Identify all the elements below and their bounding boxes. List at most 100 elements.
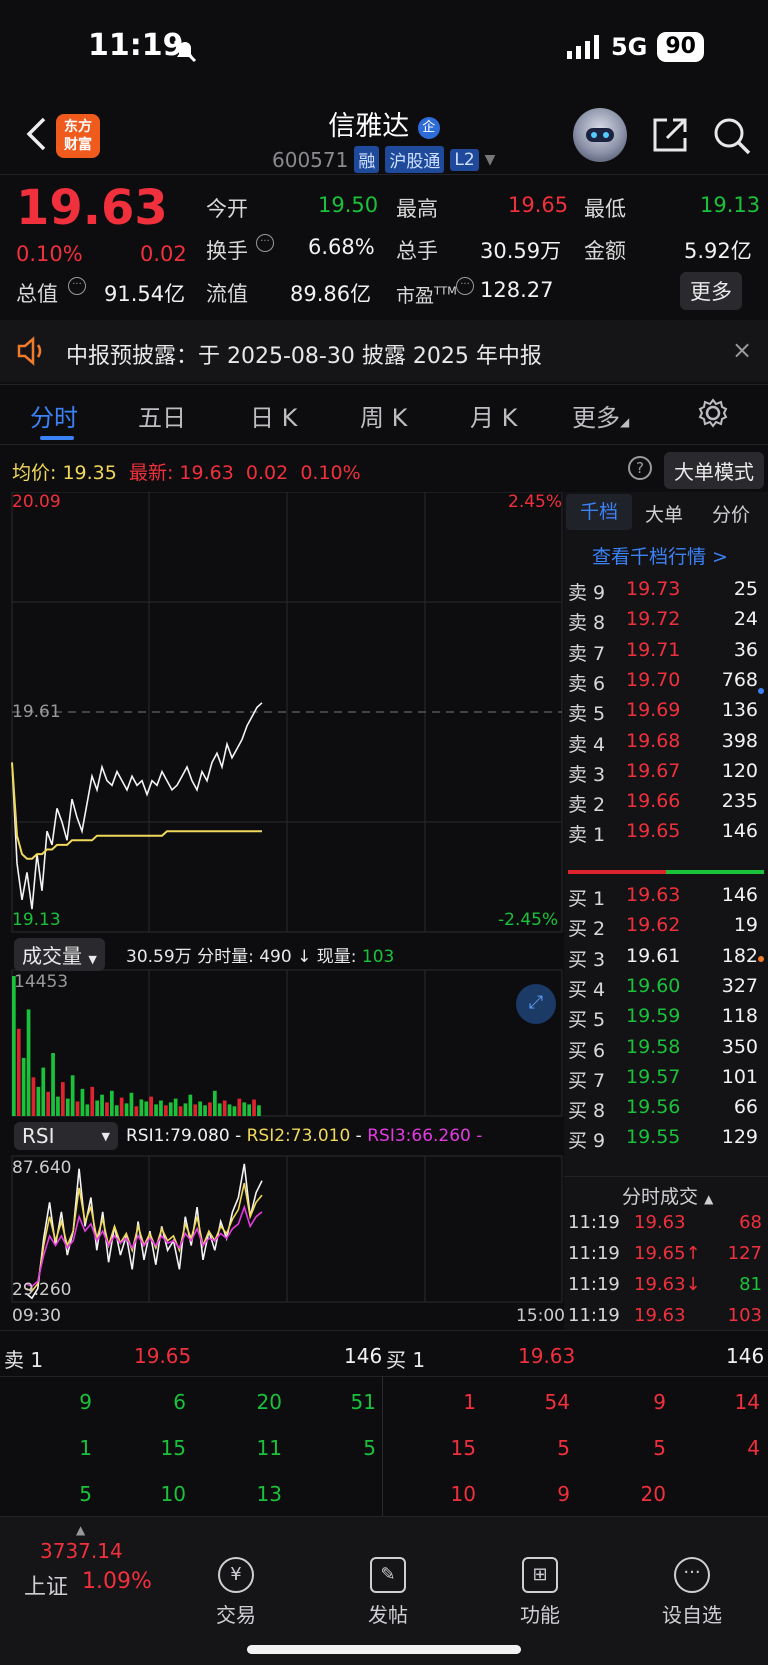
settings-gear-icon[interactable] (698, 398, 728, 428)
volume-bar (242, 1102, 247, 1116)
price-axis-bottom: 19.13 (12, 910, 61, 930)
avg-price-line (11, 762, 262, 860)
bid-level-volume: 66 (733, 1096, 758, 1119)
queue-buy-cell: 20 (640, 1482, 666, 1506)
chart-canvas[interactable] (0, 492, 564, 1322)
indicator-selector-rsi[interactable]: RSI ▼ (14, 1122, 118, 1150)
volume-bar (70, 1075, 75, 1116)
ask-level-price: 19.71 (626, 638, 681, 661)
assistant-avatar[interactable] (573, 108, 627, 162)
bid-level-volume: 182 (721, 944, 758, 967)
share-icon[interactable] (651, 116, 689, 154)
nav-watchlist[interactable]: ··· 设自选 (632, 1557, 752, 1628)
volume-bar (247, 1104, 251, 1116)
bid-level-label: 买 2 (568, 918, 606, 941)
tab-more[interactable]: 更多◢ (572, 398, 629, 433)
expand-icon[interactable]: ⤢ (516, 984, 556, 1024)
bid-level-row[interactable]: 买 2 19.62 19 (566, 914, 766, 946)
intraday-info: 均价: 19.35 最新: 19.63 0.02 0.10% (12, 462, 361, 484)
status-time: 11:19 (88, 28, 184, 63)
enterprise-badge: 企 (417, 116, 440, 139)
time-start: 09:30 (12, 1306, 61, 1326)
view-levels-link[interactable]: 查看千档行情 > (592, 542, 728, 569)
turnover-label: 换手 (206, 239, 248, 263)
bid-level-row[interactable]: 买 1 19.63 146 (566, 884, 766, 916)
close-icon[interactable]: × (732, 336, 752, 364)
tab-thousand-levels[interactable]: 千档 (566, 494, 632, 530)
volume-bar (188, 1094, 193, 1116)
volume-bar (105, 1102, 109, 1116)
rsi-info: RSI1:79.080 - RSI2:73.010 - RSI3:66.260 … (126, 1126, 483, 1146)
ask-level-row[interactable]: 卖 3 19.67 120 (566, 760, 766, 792)
tab-price-dist[interactable]: 分价 (712, 500, 750, 527)
tab-5day[interactable]: 五日 (138, 398, 186, 433)
volume-bar (36, 1086, 41, 1116)
volume-label: 总手 (396, 239, 438, 263)
ask-level-label: 卖 1 (568, 824, 606, 847)
bid-level-row[interactable]: 买 9 19.55 129 (566, 1126, 766, 1158)
info-icon[interactable]: ··· (256, 234, 274, 252)
bid-level-label: 买 5 (568, 1009, 606, 1032)
more-button[interactable]: 更多 (680, 272, 742, 310)
stock-code-row[interactable]: 600571 融 沪股通 L2 ▼ (272, 146, 495, 173)
bid-level-row[interactable]: 买 4 19.60 327 (566, 975, 766, 1007)
indicator-selector-volume[interactable]: 成交量 ▼ (14, 938, 105, 971)
nav-trade[interactable]: ¥ 交易 (176, 1557, 296, 1628)
bottom-nav: ▲ 3737.14 上证 1.09% ¥ 交易 ✎ 发帖 ⊞ 功能 ··· 设自… (0, 1516, 768, 1665)
queue-buy-cell: 4 (747, 1436, 760, 1460)
tab-intraday[interactable]: 分时 (30, 398, 78, 433)
index-percent: 1.09% (82, 1569, 152, 1594)
ask-level-row[interactable]: 卖 4 19.68 398 (566, 730, 766, 762)
big-order-dot (758, 688, 764, 694)
time-end: 15:00 (516, 1306, 565, 1326)
volume-bar (222, 1100, 227, 1116)
open-label: 今开 (206, 197, 248, 221)
volume-bar (21, 1057, 26, 1116)
volume-bar (26, 1009, 31, 1116)
big-order-mode-button[interactable]: 大单模式 (664, 452, 764, 489)
trade-time: 11:19 (568, 1274, 620, 1295)
search-icon[interactable] (712, 116, 752, 156)
volume-bar (41, 1067, 46, 1116)
bid-level-volume: 327 (721, 974, 758, 997)
ask-level-row[interactable]: 卖 7 19.71 36 (566, 639, 766, 671)
queue-buy-cell: 14 (734, 1390, 760, 1414)
nav-post[interactable]: ✎ 发帖 (328, 1557, 448, 1628)
info-icon[interactable]: ··· (456, 277, 474, 295)
info-icon[interactable]: ··· (68, 277, 86, 295)
nav-features[interactable]: ⊞ 功能 (480, 1557, 600, 1628)
tab-weekly[interactable]: 周 K (360, 398, 407, 433)
open-value: 19.50 (318, 193, 379, 217)
grid-apps-icon: ⊞ (522, 1557, 558, 1593)
volume-bar (90, 1086, 95, 1116)
trades-title[interactable]: 分时成交 ▲ (622, 1182, 713, 1209)
index-name[interactable]: 上证 (24, 1569, 68, 1601)
bid-level-row[interactable]: 买 8 19.56 66 (566, 1096, 766, 1128)
trade-price: 19.65↑ (634, 1243, 701, 1264)
ask-level-row[interactable]: 卖 6 19.70 768 (566, 669, 766, 701)
volume-bar (12, 976, 16, 1116)
ask-level-row[interactable]: 卖 1 19.65 146 (566, 820, 766, 852)
tab-daily[interactable]: 日 K (250, 398, 297, 433)
volume-bar (56, 1096, 60, 1116)
bid-level-row[interactable]: 买 3 19.61 182 (566, 945, 766, 977)
dropdown-caret-icon[interactable]: ▼ (485, 152, 496, 168)
ask-level-row[interactable]: 卖 5 19.69 136 (566, 699, 766, 731)
tab-big-orders[interactable]: 大单 (645, 500, 683, 527)
ask-level-row[interactable]: 卖 8 19.72 24 (566, 608, 766, 640)
trade-volume: 103 (727, 1305, 762, 1326)
ask-level-row[interactable]: 卖 2 19.66 235 (566, 790, 766, 822)
tab-monthly[interactable]: 月 K (470, 398, 517, 433)
ask-level-price: 19.65 (626, 820, 681, 843)
low-value: 19.13 (700, 193, 761, 217)
queue-sell-cell: 5 (363, 1436, 376, 1460)
bid-level-row[interactable]: 买 7 19.57 101 (566, 1066, 766, 1098)
index-value[interactable]: 3737.14 (40, 1539, 123, 1563)
ask-level-row[interactable]: 卖 9 19.73 25 (566, 578, 766, 610)
bid-level-row[interactable]: 买 5 19.59 118 (566, 1005, 766, 1037)
bid-level-row[interactable]: 买 6 19.58 350 (566, 1036, 766, 1068)
change-percent: 0.10% (16, 242, 83, 266)
queue-buy-cell: 9 (653, 1390, 666, 1414)
help-icon[interactable]: ? (628, 456, 652, 480)
trade-volume: 127 (727, 1243, 762, 1264)
